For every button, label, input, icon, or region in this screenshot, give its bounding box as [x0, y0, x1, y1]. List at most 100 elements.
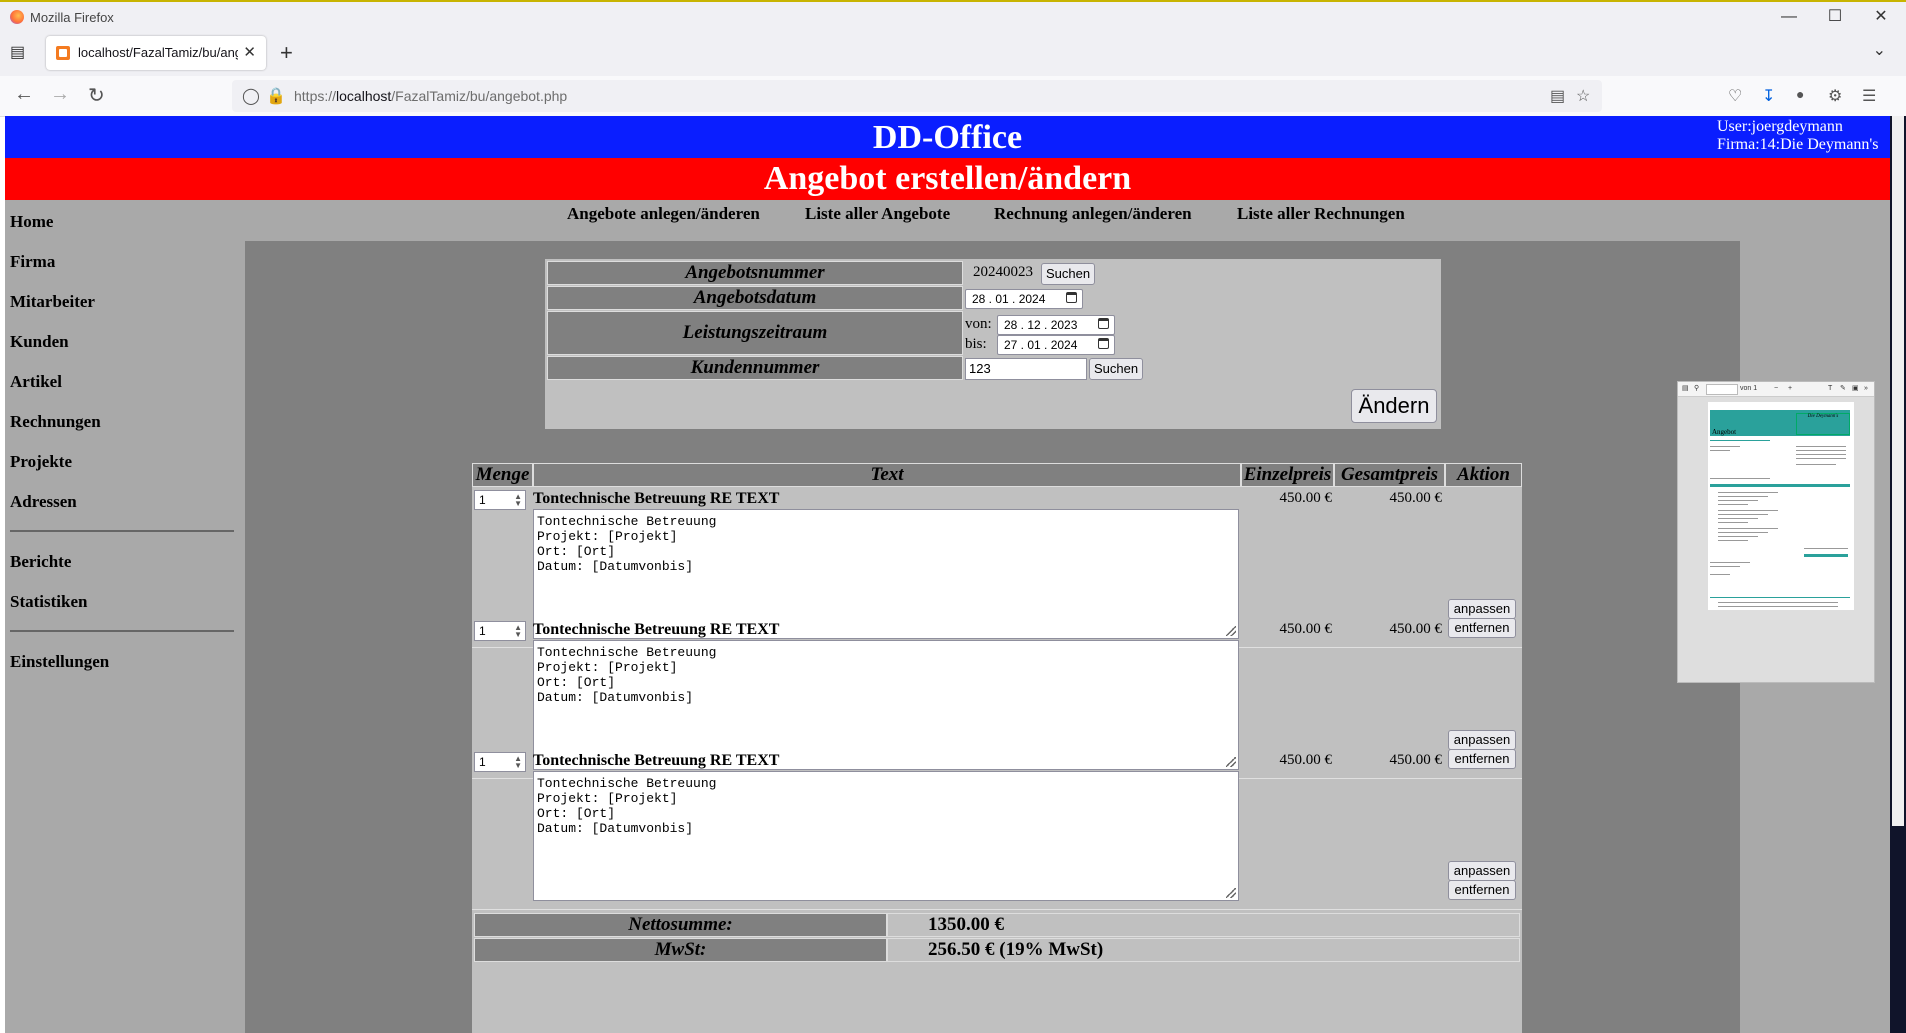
menge-input[interactable]: 1 ▲ ▼: [474, 490, 526, 510]
spinner-icon[interactable]: ▲ ▼: [514, 493, 522, 508]
sidebar-item-adressen[interactable]: Adressen: [10, 492, 77, 512]
text-tool-icon[interactable]: T: [1828, 382, 1832, 396]
xampp-favicon-icon: [56, 46, 70, 60]
angebotsnummer-value: 20240023: [973, 264, 1033, 280]
anpassen-button[interactable]: anpassen: [1448, 730, 1516, 750]
pdf-toolbar: ▤ ⚲ von 1 − + T ✎ ▣ »: [1678, 382, 1874, 397]
angebot-form: Angebotsnummer 20240023 Suchen Angebotsd…: [545, 259, 1441, 429]
reload-icon[interactable]: ↻: [88, 83, 105, 108]
anpassen-button[interactable]: anpassen: [1448, 599, 1516, 619]
sidebar-item-artikel[interactable]: Artikel: [10, 372, 62, 392]
sidebar-item-berichte[interactable]: Berichte: [10, 552, 71, 572]
url-bar[interactable]: ◯ 🔒 https://localhost/FazalTamiz/bu/ange…: [232, 80, 1602, 112]
aendern-button[interactable]: Ändern: [1351, 389, 1437, 423]
kundennummer-input[interactable]: 123: [965, 358, 1087, 380]
save-icon[interactable]: ▣: [1852, 382, 1859, 396]
anpassen-button[interactable]: anpassen: [1448, 861, 1516, 881]
page-count: von 1: [1740, 385, 1758, 392]
nav-angebote-anlegen[interactable]: Angebote anlegen/änderen: [567, 204, 760, 224]
mwst-row: MwSt: 256.50 € (19% MwSt): [472, 938, 1522, 962]
new-tab-icon[interactable]: +: [280, 40, 293, 66]
sidebar-item-rechnungen[interactable]: Rechnungen: [10, 412, 101, 432]
pocket-icon[interactable]: ♡: [1728, 86, 1742, 106]
angebot-suchen-button[interactable]: Suchen: [1041, 263, 1095, 285]
spinner-icon[interactable]: ▲ ▼: [514, 624, 522, 639]
entfernen-button[interactable]: entfernen: [1448, 880, 1516, 900]
shield-icon[interactable]: ◯: [242, 86, 260, 106]
menu-icon[interactable]: ☰: [1862, 86, 1876, 106]
tab-list-icon[interactable]: ▤: [10, 42, 25, 62]
scrollbar-thumb[interactable]: [1892, 116, 1904, 826]
einzelpreis-value: 450.00 €: [1279, 752, 1333, 768]
resize-grip-icon[interactable]: [1226, 888, 1236, 898]
menge-input[interactable]: 1 ▲ ▼: [474, 621, 526, 641]
pdf-company: Die Deymann's: [1796, 413, 1850, 435]
draw-tool-icon[interactable]: ✎: [1840, 382, 1846, 396]
user-info: User:joergdeymann Firma:14:Die Deymann's: [1717, 118, 1879, 154]
nav-rechnung-anlegen[interactable]: Rechnung anlegen/änderen: [994, 204, 1192, 224]
sidebar-item-projekte[interactable]: Projekte: [10, 452, 72, 472]
page-title: Angebot erstellen/ändern: [5, 158, 1890, 200]
pdf-doc-heading: Angebot: [1712, 428, 1737, 436]
zoom-in-icon[interactable]: +: [1788, 382, 1792, 396]
lock-icon[interactable]: 🔒: [266, 86, 286, 106]
app-header: DD-Office User:joergdeymann Firma:14:Die…: [5, 116, 1890, 158]
spinner-icon[interactable]: ▲ ▼: [514, 755, 522, 770]
menge-input[interactable]: 1 ▲ ▼: [474, 752, 526, 772]
gesamtpreis-value: 450.00 €: [1389, 752, 1443, 768]
netto-row: Nettosumme: 1350.00 €: [472, 913, 1522, 937]
search-icon[interactable]: ⚲: [1694, 382, 1699, 396]
sidebar-item-mitarbeiter[interactable]: Mitarbeiter: [10, 292, 95, 312]
gesamtpreis-value: 450.00 €: [1389, 621, 1443, 637]
pdf-preview[interactable]: ▤ ⚲ von 1 − + T ✎ ▣ » Angebot Die Deyman…: [1677, 381, 1875, 683]
back-icon[interactable]: ←: [14, 83, 34, 106]
calendar-icon[interactable]: [1098, 318, 1109, 329]
account-icon[interactable]: ●: [1796, 86, 1804, 102]
header-menge: Menge: [472, 463, 533, 487]
nav-liste-rechnungen[interactable]: Liste aller Rechnungen: [1237, 204, 1405, 224]
url-text[interactable]: https://localhost/FazalTamiz/bu/angebot.…: [294, 88, 567, 104]
calendar-icon[interactable]: [1066, 292, 1077, 303]
sidebar-item-einstellungen[interactable]: Einstellungen: [10, 652, 109, 672]
von-date-input[interactable]: 28 . 12 . 2023: [997, 315, 1115, 335]
more-icon[interactable]: »: [1864, 382, 1868, 396]
sidebar-item-home[interactable]: Home: [10, 212, 53, 232]
angebotsdatum-input[interactable]: 28 . 01 . 2024: [965, 289, 1083, 309]
sidebar-item-statistiken[interactable]: Statistiken: [10, 592, 87, 612]
chevron-down-icon[interactable]: ⌄: [1873, 40, 1886, 60]
sidebar-toggle-icon[interactable]: ▤: [1682, 382, 1689, 396]
sidebar-divider: [10, 630, 234, 632]
calendar-icon[interactable]: [1098, 338, 1109, 349]
firefox-logo-icon: [10, 10, 24, 24]
bookmark-star-icon[interactable]: ☆: [1576, 86, 1590, 106]
maximize-icon[interactable]: ☐: [1812, 6, 1858, 28]
close-window-icon[interactable]: ✕: [1858, 6, 1904, 28]
main-content: Angebotsnummer 20240023 Suchen Angebotsd…: [245, 241, 1740, 1033]
extensions-icon[interactable]: ⚙: [1828, 86, 1842, 106]
user-line: User:joergdeymann: [1717, 118, 1843, 135]
item-title: Tontechnische Betreuung RE TEXT: [533, 752, 780, 769]
sidebar-item-firma[interactable]: Firma: [10, 252, 55, 272]
tab-angebot[interactable]: localhost/FazalTamiz/bu/angebot. ✕: [46, 36, 266, 70]
reader-view-icon[interactable]: ▤: [1550, 86, 1565, 106]
header-text: Text: [533, 463, 1241, 487]
close-tab-icon[interactable]: ✕: [243, 43, 256, 61]
sidebar-item-kunden[interactable]: Kunden: [10, 332, 69, 352]
page-scrollbar[interactable]: [1890, 116, 1906, 1033]
kunde-suchen-button[interactable]: Suchen: [1089, 358, 1143, 380]
table-row: 1 ▲ ▼ Tontechnische Betreuung RE TEXT Tont…: [472, 749, 1522, 910]
header-einzelpreis: Einzelpreis: [1241, 463, 1334, 487]
forward-icon[interactable]: →: [50, 83, 70, 106]
item-text-area[interactable]: Tontechnische Betreuung Projekt: [Projek…: [533, 771, 1239, 901]
nav-liste-angebote[interactable]: Liste aller Angebote: [805, 204, 950, 224]
mwst-value: 256.50 € (19% MwSt): [887, 938, 1520, 962]
netto-value: 1350.00 €: [887, 913, 1520, 937]
angebotsnummer-label: Angebotsnummer: [547, 261, 963, 285]
app-title: DD-Office: [872, 119, 1023, 156]
downloads-icon[interactable]: ↧: [1762, 86, 1775, 106]
bis-date-input[interactable]: 27 . 01 . 2024: [997, 335, 1115, 355]
zoom-out-icon[interactable]: −: [1774, 382, 1778, 396]
minimize-icon[interactable]: —: [1766, 6, 1812, 28]
tab-bar: ▤ localhost/FazalTamiz/bu/angebot. ✕ + ⌄: [0, 30, 1906, 76]
pdf-page: Angebot Die Deymann's: [1708, 402, 1854, 610]
